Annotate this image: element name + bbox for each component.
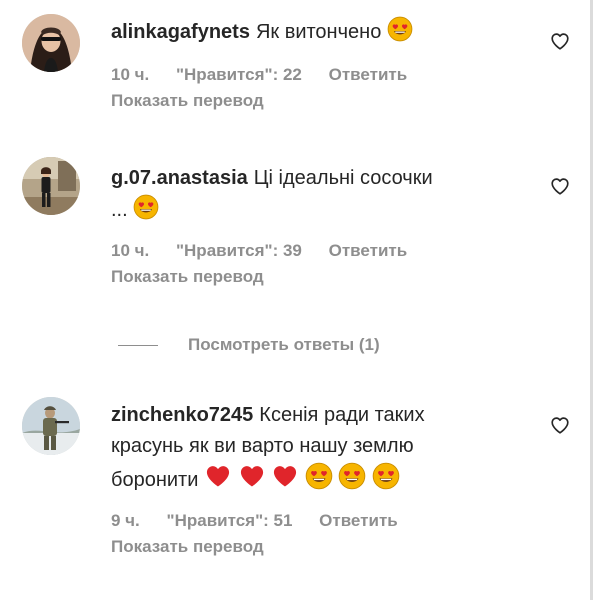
comment-text: zinchenko7245 Ксенія ради таких — [111, 400, 533, 431]
comment-text-line: Ці ідеальні сосочки — [253, 167, 433, 189]
avatar[interactable] — [22, 14, 80, 72]
comment-meta: 9 ч. "Нравится": 51 Ответить — [111, 508, 533, 534]
comment-text-line: красунь як ви варто нашу землю — [111, 435, 414, 457]
reply-button[interactable]: Ответить — [329, 65, 408, 84]
comment-text-line: боронити — [111, 469, 199, 491]
comment-text-line: Ксенія ради таких — [259, 404, 425, 426]
like-heart-icon[interactable] — [549, 30, 571, 52]
show-translation-button[interactable]: Показать перевод — [111, 264, 533, 290]
comment-time[interactable]: 9 ч. — [111, 511, 140, 530]
heart-eyes-emoji-icon — [133, 194, 159, 220]
like-heart-icon[interactable] — [549, 175, 571, 197]
comment-text: красунь як ви варто нашу землю — [111, 431, 533, 462]
comment-likes-count[interactable]: "Нравится": 22 — [176, 65, 302, 84]
comment-text-line: ... — [111, 199, 128, 221]
comment-time[interactable]: 10 ч. — [111, 241, 149, 260]
reply-button[interactable]: Ответить — [319, 511, 398, 530]
comment-likes-count[interactable]: "Нравится": 39 — [176, 241, 302, 260]
comment-likes-count[interactable]: "Нравится": 51 — [167, 511, 293, 530]
comment-text: боронити — [111, 462, 533, 496]
comment-text-line: Як витончено — [255, 21, 382, 43]
comment-time[interactable]: 10 ч. — [111, 65, 149, 84]
avatar[interactable] — [22, 157, 80, 215]
red-heart-emoji-icon — [238, 462, 266, 490]
heart-eyes-emoji-icon — [338, 462, 366, 490]
heart-eyes-emoji-icon — [387, 16, 413, 42]
comment-username[interactable]: alinkagafynets — [111, 21, 250, 43]
view-replies-label[interactable]: Посмотреть ответы (1) — [188, 335, 380, 355]
comment-username[interactable]: zinchenko7245 — [111, 404, 253, 426]
comment-username[interactable]: g.07.anastasia — [111, 167, 248, 189]
comment-meta: 10 ч. "Нравится": 22 Ответить — [111, 62, 533, 88]
view-replies-divider — [118, 344, 158, 346]
view-replies-button[interactable]: Посмотреть ответы (1) — [118, 332, 380, 358]
red-heart-emoji-icon — [271, 462, 299, 490]
avatar[interactable] — [22, 397, 80, 455]
reply-button[interactable]: Ответить — [329, 241, 408, 260]
comment-text: alinkagafynets Як витончено — [111, 16, 533, 48]
show-translation-button[interactable]: Показать перевод — [111, 534, 533, 560]
like-heart-icon[interactable] — [549, 414, 571, 436]
show-translation-button[interactable]: Показать перевод — [111, 88, 533, 114]
heart-eyes-emoji-icon — [305, 462, 333, 490]
red-heart-emoji-icon — [204, 462, 232, 490]
comment-meta: 10 ч. "Нравится": 39 Ответить — [111, 238, 533, 264]
heart-eyes-emoji-icon — [372, 462, 400, 490]
comment-text: g.07.anastasia Ці ідеальні сосочки — [111, 163, 533, 194]
comment-text: ... — [111, 194, 533, 226]
